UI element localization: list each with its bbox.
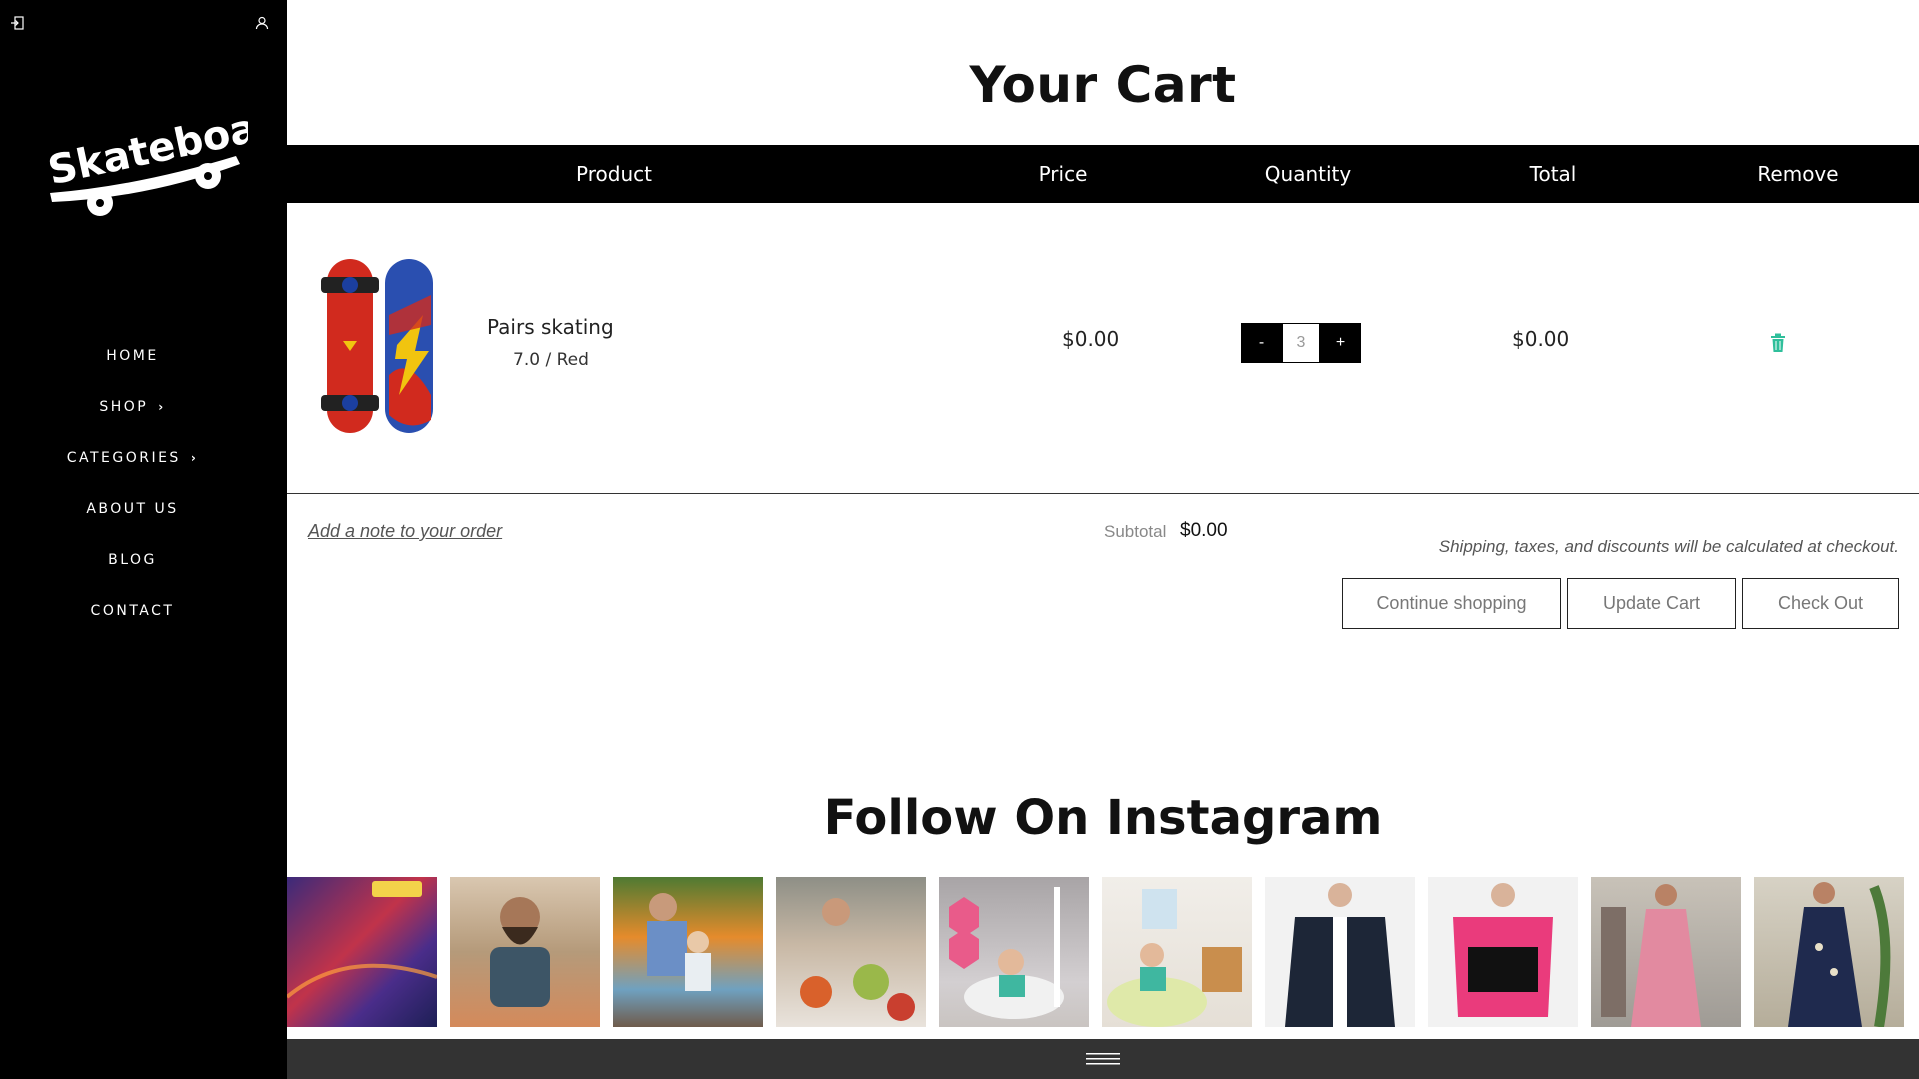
bottom-menu-bar[interactable] [287, 1039, 1919, 1079]
login-icon[interactable] [10, 16, 30, 36]
instagram-gallery [287, 877, 1919, 1027]
quantity-stepper: - 3 + [1241, 323, 1361, 363]
nav-label: CATEGORIES [66, 449, 181, 466]
sidebar-nav: HOME SHOP › CATEGORIES › ABOUT US BLOG CON… [0, 330, 265, 636]
hamburger-icon [1086, 1053, 1120, 1065]
instagram-photo-dinner-party[interactable] [776, 877, 926, 1027]
quantity-increase-button[interactable]: + [1320, 323, 1361, 363]
nav-item-about-us[interactable]: ABOUT US [0, 483, 265, 534]
chevron-right-icon: › [158, 399, 166, 414]
item-total: $0.00 [1512, 327, 1570, 351]
product-name[interactable]: Pairs skating [487, 315, 614, 339]
quantity-decrease-button[interactable]: - [1241, 323, 1282, 363]
sidebar: Skateboard HOME SHOP › CATEGORIES › ABOUT … [0, 0, 308, 1079]
quantity-input[interactable]: 3 [1282, 323, 1320, 363]
column-price: Price [1038, 162, 1088, 186]
add-order-note-link[interactable]: Add a note to your order [308, 521, 502, 542]
nav-item-blog[interactable]: BLOG [0, 534, 265, 585]
subtotal-label: Subtotal [1104, 522, 1167, 541]
nav-label: HOME [106, 347, 159, 364]
product-image[interactable] [319, 255, 439, 437]
product-variant: 7.0 / Red [513, 350, 589, 370]
cart-row: Pairs skating 7.0 / Red $0.00 - 3 + $0.0… [287, 203, 1919, 494]
cart-actions: Continue shopping Update Cart Check Out [1342, 578, 1899, 629]
main-content: Your Cart Product Price Quantity Total R… [287, 0, 1919, 1079]
instagram-photo-navy-dress[interactable] [1754, 877, 1904, 1027]
nav-label: BLOG [108, 551, 157, 568]
column-remove: Remove [1757, 162, 1839, 186]
column-total: Total [1529, 162, 1577, 186]
chevron-right-icon: › [190, 450, 199, 465]
instagram-title: Follow On Instagram [823, 790, 1383, 846]
shipping-note: Shipping, taxes, and discounts will be c… [1438, 537, 1899, 556]
nav-item-contact[interactable]: CONTACT [0, 585, 265, 636]
instagram-photo-navy-shirt[interactable] [1265, 877, 1415, 1027]
checkout-button[interactable]: Check Out [1742, 578, 1899, 629]
update-cart-button[interactable]: Update Cart [1567, 578, 1736, 629]
subtotal-value: $0.00 [1180, 520, 1228, 541]
skateboard-logo[interactable]: Skateboard [38, 95, 308, 228]
nav-item-home[interactable]: HOME [0, 330, 265, 381]
nav-label: ABOUT US [86, 500, 179, 517]
instagram-photo-father-son-fishing[interactable] [613, 877, 763, 1027]
nav-label: SHOP [99, 398, 149, 415]
column-quantity: Quantity [1264, 162, 1352, 186]
instagram-photo-bearded-man[interactable] [450, 877, 600, 1027]
nav-item-categories[interactable]: CATEGORIES › [0, 432, 265, 483]
nav-item-shop[interactable]: SHOP › [0, 381, 265, 432]
page-title: Your Cart [969, 56, 1237, 114]
trash-icon[interactable] [1769, 333, 1787, 353]
instagram-photo-kid-hexagon-shelves[interactable] [939, 877, 1089, 1027]
item-price: $0.00 [1062, 327, 1120, 351]
column-product: Product [576, 162, 652, 186]
user-icon[interactable] [255, 16, 275, 36]
instagram-photo-kid-bean-bag[interactable] [1102, 877, 1252, 1027]
nav-label: CONTACT [90, 602, 175, 619]
continue-shopping-button[interactable]: Continue shopping [1342, 578, 1561, 629]
cart-table-header: Product Price Quantity Total Remove [287, 145, 1919, 203]
instagram-photo-pink-tshirt[interactable] [1428, 877, 1578, 1027]
instagram-photo-pink-dress[interactable] [1591, 877, 1741, 1027]
instagram-photo-taxi[interactable] [287, 877, 437, 1027]
